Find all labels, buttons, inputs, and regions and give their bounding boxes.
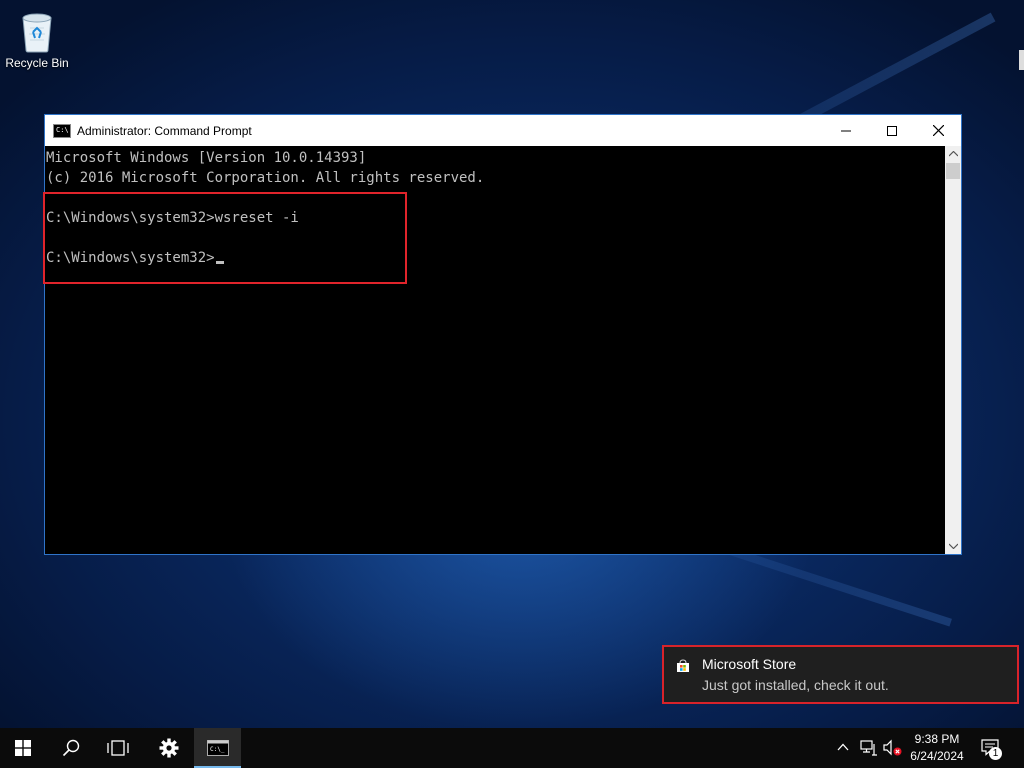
search-button[interactable] bbox=[48, 728, 94, 768]
desktop-icon-recycle-bin[interactable]: Recycle Bin bbox=[4, 8, 70, 70]
command-prompt-icon: C:\_ bbox=[206, 740, 229, 756]
chevron-down-icon bbox=[948, 543, 958, 549]
command-prompt-window[interactable]: C:\ Administrator: Command Prompt Micros… bbox=[44, 114, 962, 555]
search-icon bbox=[62, 739, 80, 757]
desktop-icon-label: Recycle Bin bbox=[5, 56, 69, 70]
store-bag-icon bbox=[677, 659, 689, 672]
minimize-button[interactable] bbox=[823, 115, 869, 146]
toast-message: Just got installed, check it out. bbox=[702, 677, 889, 693]
vertical-scrollbar[interactable] bbox=[945, 146, 961, 554]
clock-date: 6/24/2024 bbox=[910, 749, 964, 763]
start-button[interactable] bbox=[0, 728, 46, 768]
scroll-down-button[interactable] bbox=[945, 538, 961, 554]
task-view-icon bbox=[107, 740, 129, 756]
notification-count-badge: 1 bbox=[989, 747, 1002, 760]
toast-title: Microsoft Store bbox=[702, 656, 797, 672]
network-icon[interactable] bbox=[860, 740, 878, 756]
system-clock[interactable]: 9:38 PM 6/24/2024 bbox=[905, 731, 969, 765]
toast-notification[interactable]: Microsoft Store Just got installed, chec… bbox=[662, 645, 1019, 704]
console-line: Microsoft Windows [Version 10.0.14393] bbox=[46, 150, 367, 166]
minimize-icon bbox=[841, 130, 851, 131]
maximize-button[interactable] bbox=[869, 115, 915, 146]
close-button[interactable] bbox=[915, 115, 961, 146]
window-title: Administrator: Command Prompt bbox=[77, 123, 252, 138]
taskbar: C:\_ 9:38 PM 6/24/2024 1 bbox=[0, 728, 1024, 768]
gear-icon bbox=[159, 738, 179, 758]
recycle-bin-icon bbox=[17, 8, 57, 54]
show-hidden-icons-chevron-icon[interactable] bbox=[837, 743, 849, 751]
settings-taskbar-button[interactable] bbox=[146, 728, 192, 768]
command-prompt-taskbar-button[interactable]: C:\_ bbox=[194, 728, 241, 768]
command-prompt-icon: C:\ bbox=[53, 123, 71, 138]
windows-logo-icon bbox=[15, 740, 31, 756]
window-titlebar[interactable]: C:\ Administrator: Command Prompt bbox=[45, 115, 961, 146]
volume-muted-icon[interactable] bbox=[883, 739, 903, 757]
close-icon bbox=[932, 125, 944, 136]
scroll-up-button[interactable] bbox=[945, 146, 961, 162]
offscreen-window-edge bbox=[1019, 50, 1024, 70]
chevron-up-icon bbox=[948, 151, 958, 157]
scrollbar-thumb[interactable] bbox=[946, 163, 960, 179]
clock-time: 9:38 PM bbox=[914, 732, 960, 746]
command-highlight-box bbox=[43, 192, 407, 284]
maximize-icon bbox=[887, 125, 897, 136]
svg-text:C:\_: C:\_ bbox=[210, 746, 225, 753]
task-view-button[interactable] bbox=[95, 728, 141, 768]
console-line: (c) 2016 Microsoft Corporation. All righ… bbox=[46, 170, 485, 186]
